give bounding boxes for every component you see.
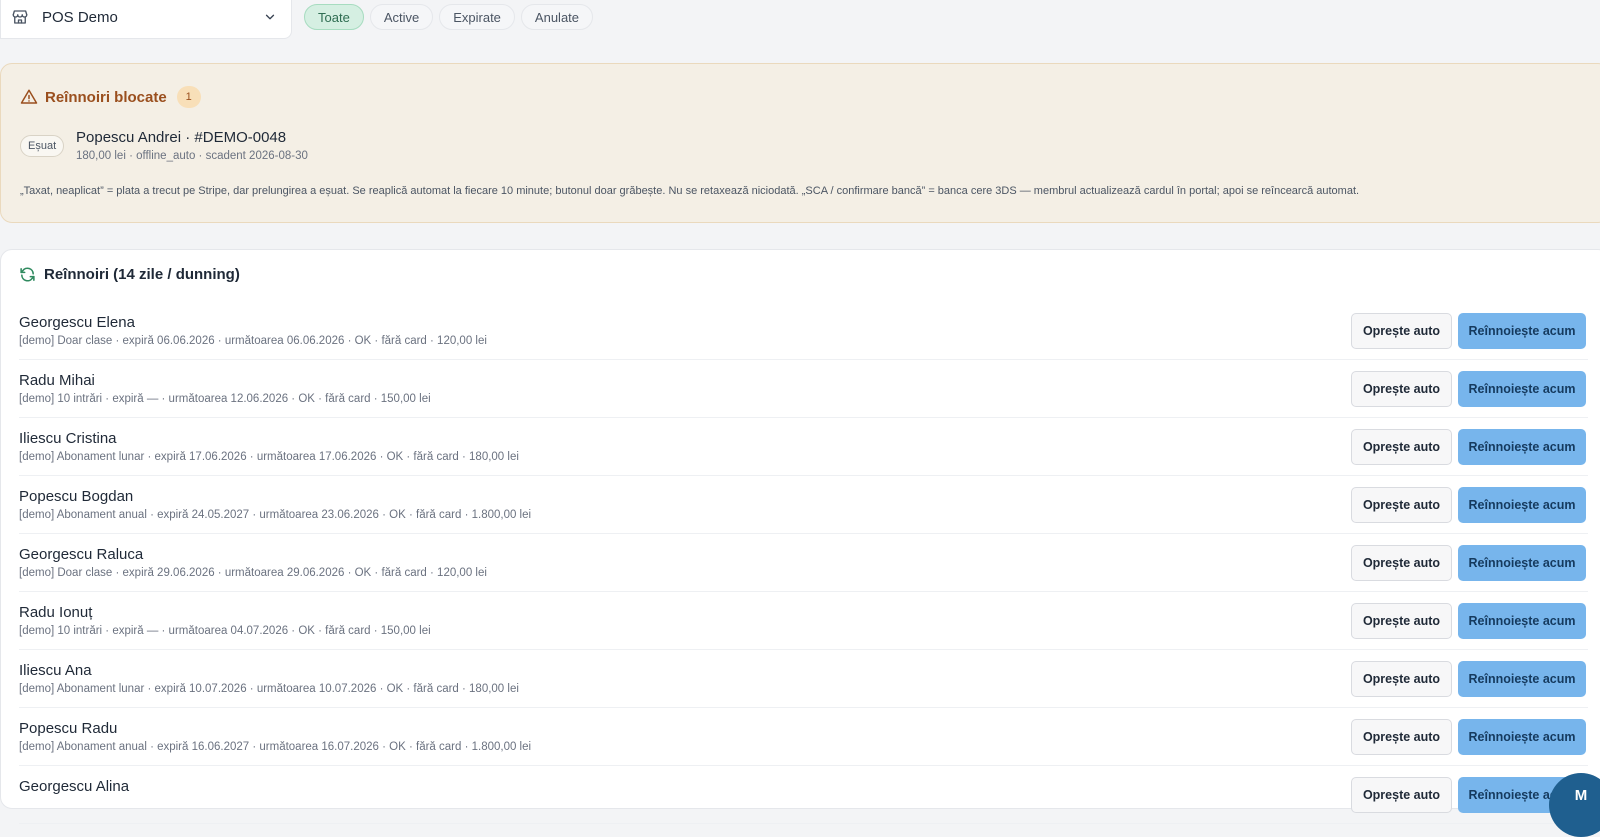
renewal-meta: [demo] Abonament lunar · expiră 17.06.20… — [19, 451, 519, 463]
warning-triangle-icon — [20, 88, 38, 106]
blocked-explanation: „Taxat, neaplicat” = plata a trecut pe S… — [20, 185, 1360, 197]
member-name: Georgescu Raluca — [19, 546, 144, 563]
member-name: Georgescu Alina — [19, 778, 130, 795]
renewal-meta: [demo] 10 intrări · expiră — · următoare… — [19, 393, 431, 405]
stop-auto-button[interactable]: Oprește auto — [1351, 371, 1452, 407]
member-name: Radu Mihai — [19, 372, 95, 389]
status-filters: Toate Active Expirate Anulate — [304, 4, 594, 30]
renewal-meta: [demo] Abonament anual · expiră 24.05.20… — [19, 509, 532, 521]
stop-auto-button[interactable]: Oprește auto — [1351, 777, 1452, 813]
filter-anulate[interactable]: Anulate — [520, 4, 594, 30]
chevron-down-icon — [263, 10, 277, 24]
renewal-row: Georgescu Alina Oprește auto Reînnoiește… — [19, 766, 1588, 824]
member-name: Popescu Bogdan — [19, 488, 134, 505]
filter-expirate[interactable]: Expirate — [439, 4, 515, 30]
failed-item-meta: 180,00 lei · offline_auto · scadent 2026… — [76, 150, 308, 162]
member-name: Iliescu Ana — [19, 662, 92, 679]
renewal-meta: [demo] 10 intrări · expiră — · următoare… — [19, 625, 431, 637]
member-name: Radu Ionuț — [19, 604, 93, 621]
member-name: Popescu Radu — [19, 720, 118, 737]
blocked-renewals-panel: Reînnoiri blocate 1 Eșuat Popescu Andrei… — [0, 63, 1600, 223]
filter-toate[interactable]: Toate — [304, 4, 364, 30]
renewal-meta: [demo] Doar clase · expiră 29.06.2026 · … — [19, 567, 487, 579]
pos-selector-label: POS Demo — [42, 8, 118, 26]
renewals-title: Reînnoiri (14 zile / dunning) — [44, 266, 240, 283]
stop-auto-button[interactable]: Oprește auto — [1351, 313, 1452, 349]
renewals-header: Reînnoiri (14 zile / dunning) — [19, 266, 240, 283]
renewal-row: Radu Ionuț [demo] 10 intrări · expiră — … — [19, 592, 1588, 650]
failed-item-name: Popescu Andrei · #DEMO-0048 — [76, 129, 287, 146]
renew-now-button[interactable]: Reînnoiește acum — [1458, 487, 1586, 523]
stop-auto-button[interactable]: Oprește auto — [1351, 545, 1452, 581]
member-name: Georgescu Elena — [19, 314, 135, 331]
renewal-row: Georgescu Elena [demo] Doar clase · expi… — [19, 302, 1588, 360]
renewal-meta: [demo] Abonament lunar · expiră 10.07.20… — [19, 683, 519, 695]
renewal-row: Popescu Bogdan [demo] Abonament anual · … — [19, 476, 1588, 534]
stop-auto-button[interactable]: Oprește auto — [1351, 487, 1452, 523]
blocked-title: Reînnoiri blocate — [45, 88, 167, 106]
member-name: Iliescu Cristina — [19, 430, 117, 447]
top-bar: POS Demo Toate Active Expirate Anulate — [0, 0, 1600, 40]
chat-launcher-button[interactable]: M — [1549, 773, 1600, 837]
renew-now-button[interactable]: Reînnoiește acum — [1458, 371, 1586, 407]
renewal-row: Popescu Radu [demo] Abonament anual · ex… — [19, 708, 1588, 766]
renewals-list: Georgescu Elena [demo] Doar clase · expi… — [0, 302, 1600, 824]
stop-auto-button[interactable]: Oprește auto — [1351, 661, 1452, 697]
renewal-row: Georgescu Raluca [demo] Doar clase · exp… — [19, 534, 1588, 592]
renewal-row: Radu Mihai [demo] 10 intrări · expiră — … — [19, 360, 1588, 418]
renewal-row: Iliescu Ana [demo] Abonament lunar · exp… — [19, 650, 1588, 708]
renew-now-button[interactable]: Reînnoiește acum — [1458, 661, 1586, 697]
renew-now-button[interactable]: Reînnoiește acum — [1458, 603, 1586, 639]
stop-auto-button[interactable]: Oprește auto — [1351, 429, 1452, 465]
blocked-header: Reînnoiri blocate 1 — [20, 86, 201, 108]
pos-selector[interactable]: POS Demo — [0, 0, 292, 39]
failed-status-badge: Eșuat — [20, 135, 65, 157]
stop-auto-button[interactable]: Oprește auto — [1351, 719, 1452, 755]
stop-auto-button[interactable]: Oprește auto — [1351, 603, 1452, 639]
renew-now-button[interactable]: Reînnoiește acum — [1458, 429, 1586, 465]
refresh-icon — [19, 266, 36, 283]
renewal-row: Iliescu Cristina [demo] Abonament lunar … — [19, 418, 1588, 476]
blocked-count-badge: 1 — [176, 86, 201, 108]
renew-now-button[interactable]: Reînnoiește acum — [1458, 313, 1586, 349]
renewal-meta: [demo] Doar clase · expiră 06.06.2026 · … — [19, 335, 487, 347]
renew-now-button[interactable]: Reînnoiește acum — [1458, 719, 1586, 755]
filter-active[interactable]: Active — [369, 4, 434, 30]
renew-now-button[interactable]: Reînnoiește acum — [1458, 545, 1586, 581]
store-icon — [11, 8, 29, 26]
renewal-meta: [demo] Abonament anual · expiră 16.06.20… — [19, 741, 532, 753]
